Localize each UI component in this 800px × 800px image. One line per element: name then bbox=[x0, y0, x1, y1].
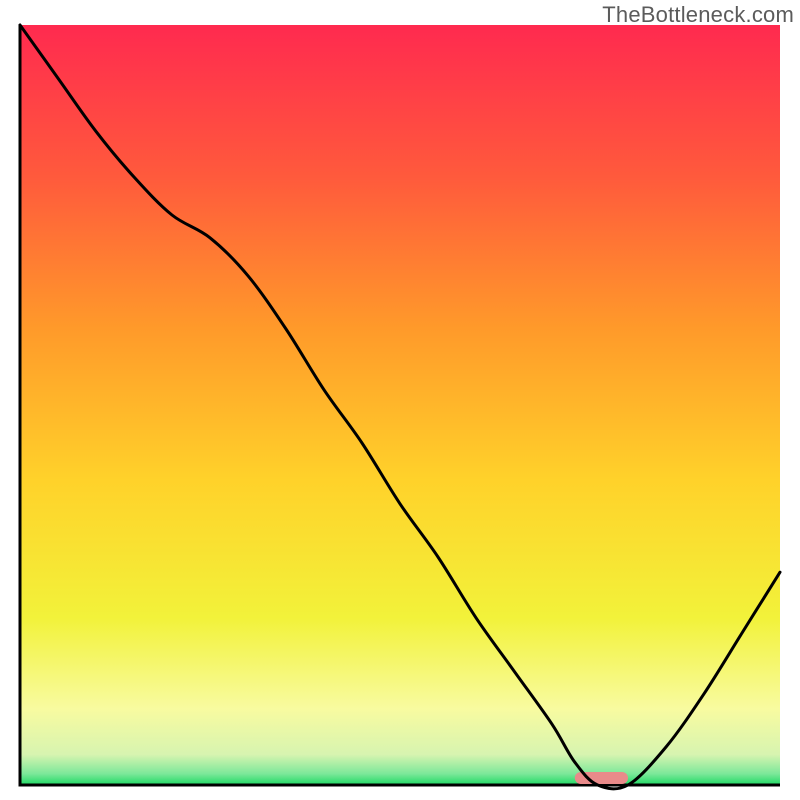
chart-container: TheBottleneck.com bbox=[0, 0, 800, 800]
watermark-text: TheBottleneck.com bbox=[602, 2, 794, 28]
bottleneck-chart bbox=[0, 0, 800, 800]
plot-background bbox=[20, 25, 780, 785]
